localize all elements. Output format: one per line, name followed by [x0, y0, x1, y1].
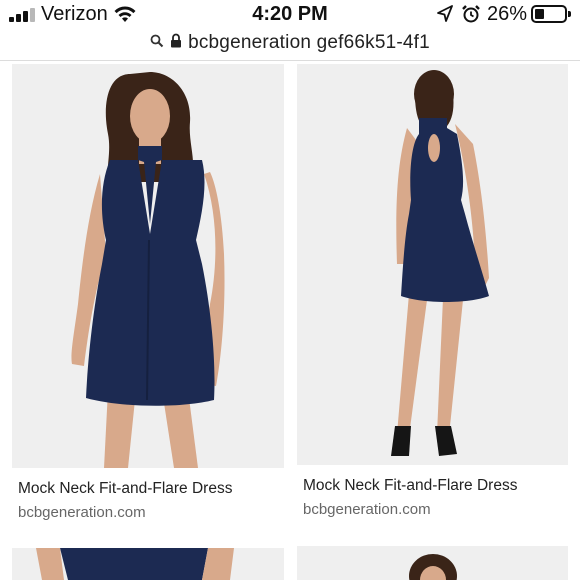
- address-bar[interactable]: bcbgeneration gef66k51-4f1: [0, 28, 580, 58]
- status-bar: Verizon 4:20 PM 26%: [0, 0, 580, 28]
- battery-percentage: 26%: [487, 3, 528, 25]
- result-card[interactable]: [297, 546, 568, 580]
- url-text: bcbgeneration gef66k51-4f1: [188, 32, 430, 53]
- location-arrow-icon: [437, 5, 453, 28]
- lock-icon: [170, 33, 182, 53]
- result-card[interactable]: [12, 548, 284, 580]
- result-source: bcbgeneration.com: [18, 504, 146, 521]
- result-title[interactable]: Mock Neck Fit-and-Flare Dress: [303, 477, 517, 495]
- product-image[interactable]: [297, 64, 568, 465]
- result-card[interactable]: Mock Neck Fit-and-Flare Dress bcbgenerat…: [297, 64, 568, 528]
- product-image[interactable]: [12, 548, 284, 580]
- result-source: bcbgeneration.com: [303, 501, 431, 518]
- result-title[interactable]: Mock Neck Fit-and-Flare Dress: [18, 480, 232, 498]
- battery-icon: [531, 5, 571, 23]
- result-card[interactable]: Mock Neck Fit-and-Flare Dress bcbgenerat…: [12, 64, 284, 530]
- product-image[interactable]: [297, 546, 568, 580]
- search-icon: [150, 34, 164, 53]
- product-image[interactable]: [12, 64, 284, 468]
- header-divider: [0, 60, 580, 61]
- alarm-clock-icon: [461, 4, 481, 29]
